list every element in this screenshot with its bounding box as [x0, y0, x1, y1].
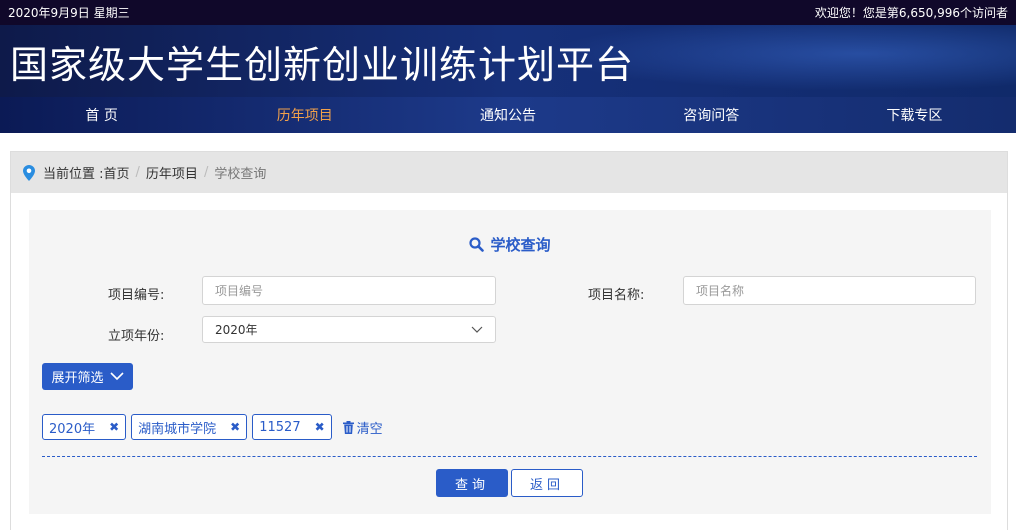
site-title: 国家级大学生创新创业训练计划平台 — [10, 42, 635, 87]
form-title: 学校查询 — [29, 234, 991, 255]
breadcrumb-past-projects[interactable]: 历年项目 — [146, 163, 198, 182]
back-button[interactable]: 返回 — [511, 469, 583, 497]
form-title-text: 学校查询 — [490, 236, 551, 254]
close-icon[interactable]: ✖ — [230, 420, 240, 434]
filter-tag-school: 湖南城市学院 ✖ — [131, 414, 248, 440]
nav-item-qa[interactable]: 咨询问答 — [610, 105, 813, 125]
project-no-input[interactable] — [202, 276, 496, 305]
form-divider — [42, 456, 977, 457]
project-name-label: 项目名称: — [588, 288, 645, 303]
search-form: 学校查询 项目编号: 项目名称: 立项年份: 2020年 展开筛选 2020年 … — [29, 210, 991, 514]
content-panel: 当前位置 : 首页 / 历年项目 / 学校查询 学校查询 项目编号: 项目名称:… — [10, 151, 1008, 530]
nav-item-past-projects[interactable]: 历年项目 — [203, 105, 406, 125]
nav-item-downloads[interactable]: 下载专区 — [813, 105, 1016, 125]
nav-item-notices[interactable]: 通知公告 — [406, 105, 609, 125]
filter-tag-year: 2020年 ✖ — [42, 414, 127, 440]
site-banner: 国家级大学生创新创业训练计划平台 — [0, 25, 1016, 97]
filter-tag-label: 湖南城市学院 — [138, 421, 217, 437]
clear-filters-label: 清空 — [356, 421, 383, 437]
breadcrumb-prefix: 当前位置 : — [43, 167, 104, 182]
filter-tags: 2020年 ✖ 湖南城市学院 ✖ 11527 ✖ 清空 — [42, 414, 383, 440]
breadcrumb-separator: / — [203, 165, 209, 180]
year-select-value: 2020年 — [215, 323, 258, 337]
visitor-counter: 欢迎您！您是第6,650,996个访问者 — [814, 6, 1008, 20]
project-no-label: 项目编号: — [108, 288, 165, 303]
breadcrumb-separator: / — [135, 165, 140, 180]
main-nav: 首 页 历年项目 通知公告 咨询问答 下载专区 — [0, 97, 1016, 133]
year-label: 立项年份: — [108, 329, 165, 344]
filter-tag-label: 11527 — [259, 419, 301, 435]
trash-icon — [342, 420, 354, 434]
expand-filter-button[interactable]: 展开筛选 — [42, 363, 133, 390]
clear-filters-button[interactable]: 清空 — [342, 418, 383, 437]
query-button[interactable]: 查询 — [436, 469, 508, 497]
filter-tag-code: 11527 ✖ — [252, 414, 332, 440]
current-date: 2020年9月9日 星期三 — [8, 6, 130, 20]
close-icon[interactable]: ✖ — [315, 420, 325, 434]
close-icon[interactable]: ✖ — [109, 420, 119, 434]
filter-tag-label: 2020年 — [49, 421, 96, 437]
nav-item-home[interactable]: 首 页 — [0, 105, 203, 125]
top-bar: 2020年9月9日 星期三 欢迎您！您是第6,650,996个访问者 — [0, 0, 1016, 25]
chevron-down-icon — [471, 326, 483, 333]
expand-filter-label: 展开筛选 — [51, 371, 104, 386]
breadcrumb-current: 学校查询 — [214, 167, 267, 182]
year-select[interactable]: 2020年 — [202, 316, 496, 343]
location-pin-icon — [23, 164, 35, 181]
project-name-input[interactable] — [683, 276, 976, 305]
breadcrumb: 当前位置 : 首页 / 历年项目 / 学校查询 — [11, 152, 1007, 193]
chevron-down-icon — [109, 372, 124, 381]
breadcrumb-home[interactable]: 首页 — [104, 163, 130, 182]
search-icon — [469, 237, 485, 252]
